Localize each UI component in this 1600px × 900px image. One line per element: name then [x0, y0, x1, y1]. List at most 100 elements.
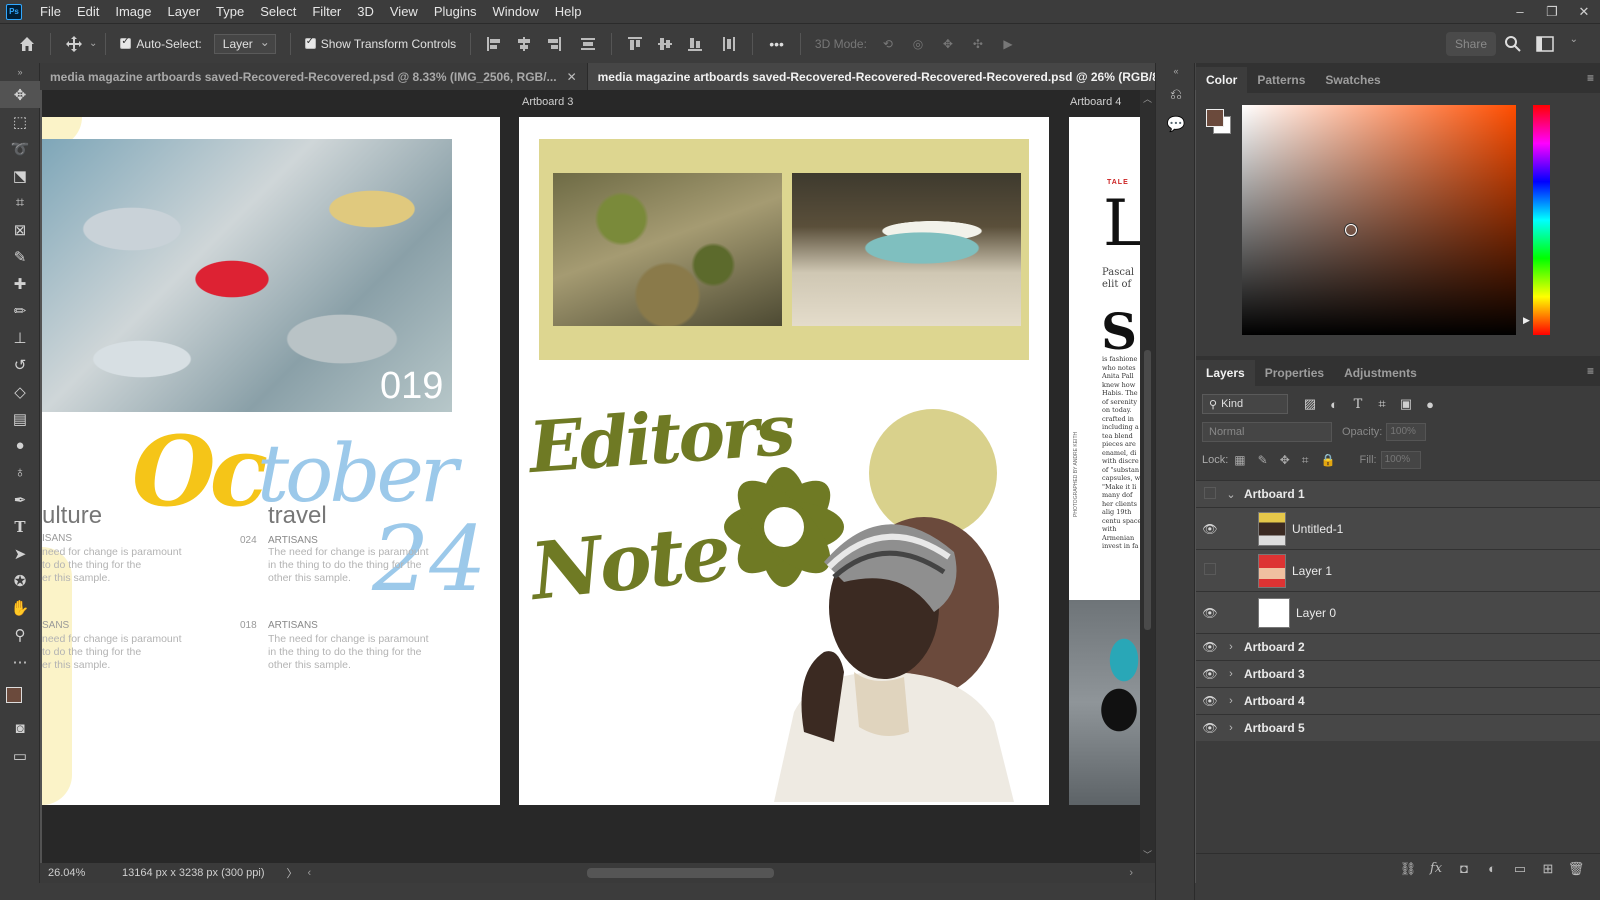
- visibility-toggle[interactable]: [1196, 486, 1224, 502]
- tab-layers[interactable]: Layers: [1196, 360, 1255, 386]
- align-left-icon[interactable]: [483, 33, 505, 55]
- menu-file[interactable]: File: [32, 0, 69, 23]
- workspace-icon[interactable]: [1534, 33, 1556, 55]
- checkbox-icon[interactable]: [120, 36, 132, 49]
- horizontal-scroll-thumb[interactable]: [587, 868, 774, 878]
- layer-style-icon[interactable]: fx: [1422, 861, 1450, 876]
- document-canvas[interactable]: Artboard 3 Artboard 4 019 Oc tober 24 ul…: [42, 90, 1140, 863]
- artboard-4-label[interactable]: Artboard 4: [1070, 96, 1121, 108]
- menu-3d[interactable]: 3D: [349, 0, 382, 23]
- tab-swatches[interactable]: Swatches: [1315, 67, 1390, 93]
- color-swatches[interactable]: [0, 675, 40, 715]
- layer-untitled-1[interactable]: 👁 Untitled-1: [1196, 507, 1600, 549]
- align-top-icon[interactable]: [624, 33, 646, 55]
- panel-menu-icon[interactable]: ≡: [1587, 364, 1594, 378]
- distribute-horizontal-icon[interactable]: [718, 33, 740, 55]
- pixel-filter-icon[interactable]: ▨: [1298, 396, 1322, 412]
- link-layers-icon[interactable]: ⛓: [1394, 861, 1422, 877]
- type-filter-icon[interactable]: T: [1346, 397, 1370, 412]
- chevron-down-icon[interactable]: ⌄: [1570, 34, 1578, 45]
- trash-icon[interactable]: 🗑: [1562, 861, 1590, 877]
- share-button[interactable]: Share: [1446, 32, 1496, 56]
- hue-slider[interactable]: [1533, 105, 1550, 335]
- menu-plugins[interactable]: Plugins: [426, 0, 485, 23]
- tab-properties[interactable]: Properties: [1255, 360, 1334, 386]
- vertical-scrollbar[interactable]: ︿ ﹀: [1140, 90, 1155, 863]
- vertical-scroll-thumb[interactable]: [1144, 350, 1151, 630]
- 3d-video-camera-icon[interactable]: ▶: [997, 33, 1019, 55]
- adjustment-filter-icon[interactable]: ◐: [1322, 397, 1346, 412]
- crop-icon[interactable]: ⌗: [0, 189, 40, 216]
- frame-icon[interactable]: ⊠: [0, 216, 40, 243]
- 3d-slide-icon[interactable]: ✣: [967, 33, 989, 55]
- blur-icon[interactable]: ●: [0, 432, 40, 459]
- comments-icon[interactable]: 💬: [1156, 109, 1196, 139]
- new-layer-icon[interactable]: ⊞: [1534, 861, 1562, 877]
- more-options-button[interactable]: •••: [769, 36, 784, 52]
- hand-icon[interactable]: ✋: [0, 594, 40, 621]
- eye-icon[interactable]: 👁: [1196, 694, 1224, 708]
- scroll-up-icon[interactable]: ︿: [1143, 92, 1152, 105]
- tab-patterns[interactable]: Patterns: [1247, 67, 1315, 93]
- tab-document-1[interactable]: media magazine artboards saved-Recovered…: [40, 63, 588, 90]
- menu-filter[interactable]: Filter: [304, 0, 349, 23]
- tab-document-2[interactable]: media magazine artboards saved-Recovered…: [587, 63, 1202, 90]
- 3d-roll-icon[interactable]: ◎: [907, 33, 929, 55]
- menu-image[interactable]: Image: [107, 0, 159, 23]
- search-icon[interactable]: [1502, 33, 1524, 55]
- pen-icon[interactable]: ✒: [0, 486, 40, 513]
- collapse-toolbar-icon[interactable]: »: [0, 63, 40, 81]
- opacity-input[interactable]: 100%: [1386, 423, 1427, 441]
- lock-pixels-icon[interactable]: ✎: [1258, 453, 1268, 467]
- move-tool-icon[interactable]: [63, 33, 85, 55]
- eye-icon[interactable]: 👁: [1196, 606, 1224, 620]
- layer-layer-0[interactable]: 👁 Layer 0: [1196, 591, 1600, 633]
- screen-mode-icon[interactable]: ▭: [0, 742, 40, 769]
- lock-artboard-icon[interactable]: ⌗: [1302, 453, 1309, 468]
- kind-filter-dropdown[interactable]: ⚲ Kind: [1202, 394, 1288, 414]
- eye-icon[interactable]: 👁: [1196, 640, 1224, 654]
- artboard-3[interactable]: Editors Note: [519, 117, 1049, 805]
- eye-icon[interactable]: 👁: [1196, 522, 1224, 536]
- filter-toggle-icon[interactable]: ●: [1418, 397, 1442, 412]
- chevron-down-icon[interactable]: ⌄: [89, 38, 97, 49]
- auto-select-target-dropdown[interactable]: Layer: [213, 33, 276, 54]
- checkbox-icon[interactable]: [304, 36, 316, 49]
- layer-artboard-3[interactable]: 👁 › Artboard 3: [1196, 660, 1600, 687]
- menu-view[interactable]: View: [382, 0, 426, 23]
- chevron-right-icon[interactable]: ›: [1224, 668, 1238, 680]
- 3d-pan-icon[interactable]: ✥: [937, 33, 959, 55]
- smart-object-filter-icon[interactable]: ▣: [1394, 396, 1418, 412]
- quick-mask-icon[interactable]: ◙: [0, 715, 40, 742]
- rectangular-marquee-icon[interactable]: ⬚: [0, 108, 40, 135]
- color-picker-handle[interactable]: [1345, 224, 1357, 236]
- eye-icon[interactable]: 👁: [1196, 667, 1224, 681]
- adjustment-layer-icon[interactable]: ◐: [1478, 861, 1506, 876]
- eye-icon[interactable]: 👁: [1196, 721, 1224, 735]
- path-selection-icon[interactable]: ➤: [0, 540, 40, 567]
- menu-edit[interactable]: Edit: [69, 0, 107, 23]
- healing-brush-icon[interactable]: ✚: [0, 270, 40, 297]
- align-middle-icon[interactable]: [654, 33, 676, 55]
- lock-all-icon[interactable]: 🔒: [1321, 453, 1336, 467]
- add-mask-icon[interactable]: ◘: [1450, 861, 1478, 876]
- fill-input[interactable]: 100%: [1380, 451, 1421, 469]
- distribute-vertical-icon[interactable]: [577, 33, 599, 55]
- lasso-icon[interactable]: ➰: [0, 135, 40, 162]
- new-group-icon[interactable]: ▭: [1506, 861, 1534, 877]
- chevron-down-icon[interactable]: ⌄: [1224, 488, 1238, 501]
- hue-slider-handle-icon[interactable]: ▶: [1523, 315, 1530, 326]
- foreground-color-swatch[interactable]: [1206, 109, 1224, 127]
- zoom-icon[interactable]: ⚲: [0, 621, 40, 648]
- tab-color[interactable]: Color: [1196, 67, 1248, 93]
- layer-artboard-1[interactable]: ⌄ Artboard 1: [1196, 480, 1600, 507]
- align-bottom-icon[interactable]: [684, 33, 706, 55]
- shape-filter-icon[interactable]: ⌗: [1370, 396, 1394, 412]
- scroll-right-icon[interactable]: ›: [1129, 867, 1133, 879]
- menu-type[interactable]: Type: [208, 0, 252, 23]
- tab-adjustments[interactable]: Adjustments: [1334, 360, 1427, 386]
- menu-select[interactable]: Select: [252, 0, 304, 23]
- align-center-icon[interactable]: [513, 33, 535, 55]
- gradient-icon[interactable]: ▤: [0, 405, 40, 432]
- close-window-button[interactable]: ✕: [1568, 0, 1600, 23]
